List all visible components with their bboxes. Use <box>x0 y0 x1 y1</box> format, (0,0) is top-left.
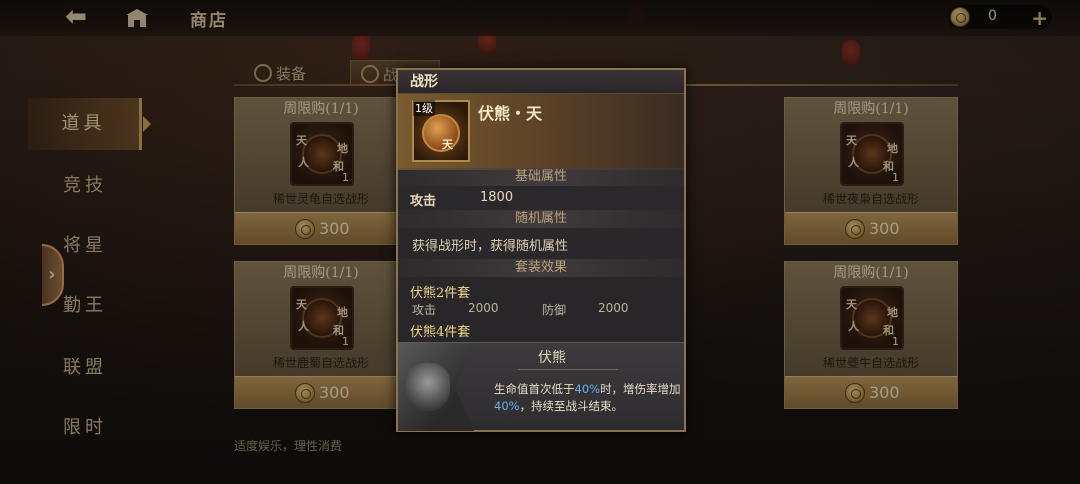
item-price: 300 <box>869 383 900 402</box>
currency-display: 0 + <box>948 5 1052 30</box>
sidebar-item-arena[interactable]: 竞技 <box>28 160 142 212</box>
purchase-limit: 周限购(1/1) <box>283 101 359 117</box>
shop-item-card[interactable]: 周限购(1/1) 天 地 人 和 1 稀世灵龟自选战形 300 <box>234 97 408 245</box>
tab-label: 装备 <box>276 65 307 83</box>
formation-name: 伏熊・天 <box>478 104 543 123</box>
random-attributes-text: 获得战形时，获得随机属性 <box>412 239 569 254</box>
buy-button[interactable]: 300 <box>235 376 407 408</box>
icon-glyph: 地 <box>337 306 348 319</box>
back-arrow-icon[interactable]: ⬅ <box>58 4 94 30</box>
page-title: 商店 <box>190 11 228 31</box>
shop-item-card[interactable]: 周限购(1/1) 天 地 人 和 1 稀世鹿蜀自选战形 300 <box>234 261 408 409</box>
item-price: 300 <box>319 219 350 238</box>
formation-box-icon: 天 地 人 和 1 <box>840 286 904 350</box>
popup-title: 战形 <box>398 70 684 94</box>
equipment-icon <box>254 64 272 82</box>
item-name: 稀世灵龟自选战形 <box>272 192 369 206</box>
icon-glyph: 人 <box>848 156 859 169</box>
bear-portrait-icon <box>398 343 474 431</box>
footer-note: 适度娱乐，理性消费 <box>234 439 343 453</box>
item-name: 稀世夔牛自选战形 <box>822 356 919 370</box>
tab-equipment[interactable]: 装备 <box>244 60 336 86</box>
formation-box-icon: 天 地 人 和 1 <box>290 122 354 186</box>
top-bar: ⬅ 商店 0 + <box>0 0 1080 36</box>
icon-glyph: 天 <box>846 134 857 147</box>
skill-description: 生命值首次低于40%时，增伤率增加40%，持续至战斗结束。 <box>494 382 681 413</box>
formation-detail-popup: 战形 天 1级 伏熊・天 基础属性 攻击 1800 随机属性 获得战形时，获得随… <box>396 68 686 432</box>
shop-item-card[interactable]: 周限购(1/1) 天 地 人 和 1 稀世夜枭自选战形 300 <box>784 97 958 245</box>
base-stat-label: 攻击 <box>410 194 437 209</box>
set2-title: 伏熊2件套 <box>410 286 471 301</box>
item-quantity: 1 <box>892 335 899 348</box>
set4-title: 伏熊4件套 <box>410 325 471 340</box>
base-attributes-header: 基础属性 <box>398 168 684 186</box>
item-quantity: 1 <box>342 335 349 348</box>
item-price: 300 <box>869 219 900 238</box>
item-name: 稀世鹿蜀自选战形 <box>272 356 369 370</box>
sidebar-item-limited[interactable]: 限时 <box>28 402 142 454</box>
formation-box-icon: 天 地 人 和 1 <box>840 122 904 186</box>
coin-icon <box>845 383 865 403</box>
skill-panel: 伏熊 生命值首次低于40%时，增伤率增加40%，持续至战斗结束。 <box>398 342 684 431</box>
coin-icon <box>845 219 865 239</box>
shop-item-card[interactable]: 周限购(1/1) 天 地 人 和 1 稀世夔牛自选战形 300 <box>784 261 958 409</box>
purchase-limit: 周限购(1/1) <box>833 101 909 117</box>
lantern-decoration <box>352 34 370 60</box>
set2-stat-value: 2000 <box>598 301 629 315</box>
item-quantity: 1 <box>892 171 899 184</box>
purchase-limit: 周限购(1/1) <box>833 265 909 281</box>
icon-glyph: 人 <box>848 320 859 333</box>
coin-icon <box>950 7 970 27</box>
buy-button[interactable]: 300 <box>785 212 957 244</box>
currency-value: 0 <box>988 8 997 24</box>
bear-emblem-icon <box>422 114 460 152</box>
set2-stat-label: 攻击 <box>412 303 437 317</box>
formation-banner: 天 1级 伏熊・天 <box>398 94 684 170</box>
divider <box>518 369 618 370</box>
coin-icon <box>295 219 315 239</box>
formation-icon <box>361 65 379 83</box>
item-quantity: 1 <box>342 171 349 184</box>
sidebar-item-alliance[interactable]: 联盟 <box>28 342 142 394</box>
icon-glyph: 地 <box>887 142 898 155</box>
lantern-decoration <box>842 40 860 66</box>
set-effect-header: 套装效果 <box>398 259 684 277</box>
base-stat-value: 1800 <box>480 190 514 205</box>
formation-box-icon: 天 地 人 和 1 <box>290 286 354 350</box>
home-icon[interactable] <box>124 7 150 29</box>
set2-stat-label: 防御 <box>542 303 567 317</box>
sidebar-item-items[interactable]: 道具 <box>28 98 151 150</box>
coin-icon <box>295 383 315 403</box>
level-badge: 1级 <box>413 100 435 116</box>
icon-glyph: 天 <box>296 134 307 147</box>
item-price: 300 <box>319 383 350 402</box>
set2-stat-value: 2000 <box>468 301 499 315</box>
buy-button[interactable]: 300 <box>235 212 407 244</box>
icon-glyph: 人 <box>298 156 309 169</box>
add-currency-button[interactable]: + <box>1031 6 1048 30</box>
skill-name: 伏熊 <box>538 350 566 366</box>
icon-glyph: 天 <box>846 298 857 311</box>
formation-icon-char: 天 <box>442 138 453 151</box>
icon-glyph: 天 <box>296 298 307 311</box>
icon-glyph: 地 <box>337 142 348 155</box>
buy-button[interactable]: 300 <box>785 376 957 408</box>
random-attributes-header: 随机属性 <box>398 210 684 228</box>
purchase-limit: 周限购(1/1) <box>283 265 359 281</box>
icon-glyph: 人 <box>298 320 309 333</box>
item-name: 稀世夜枭自选战形 <box>822 192 919 206</box>
icon-glyph: 地 <box>887 306 898 319</box>
